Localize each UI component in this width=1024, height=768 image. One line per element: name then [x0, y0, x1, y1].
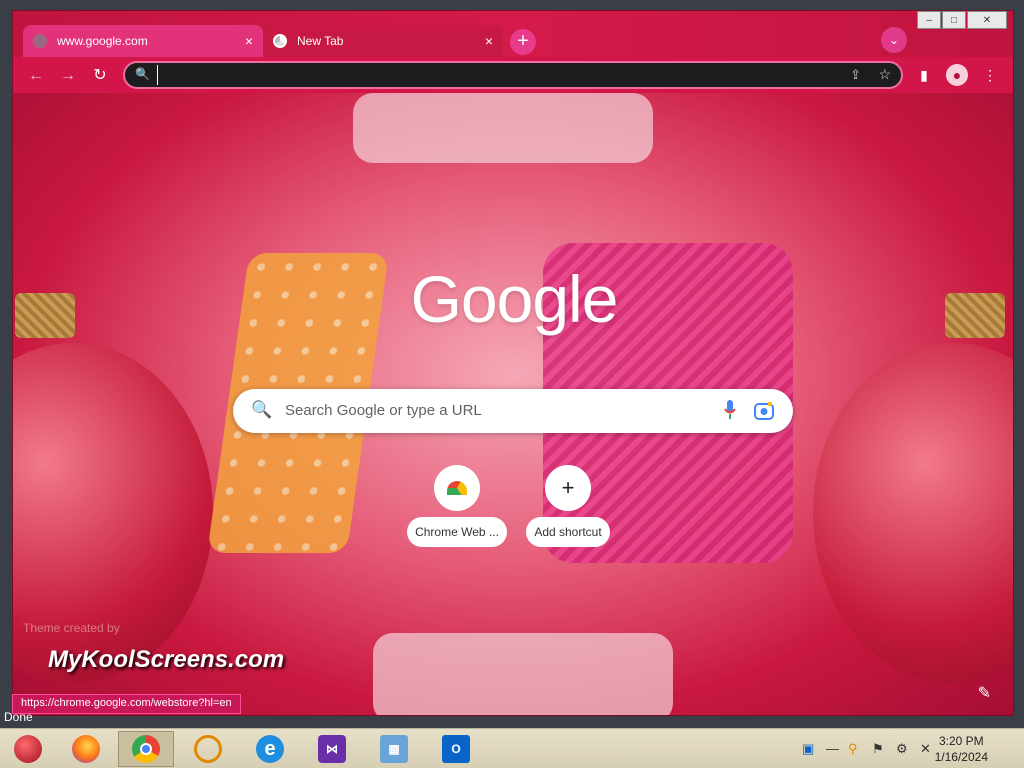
- search-magnifier-icon: [194, 735, 222, 763]
- address-input[interactable]: [157, 65, 797, 85]
- visual-studio-icon: ⋈: [318, 735, 346, 763]
- close-tab-icon[interactable]: ×: [245, 33, 253, 49]
- back-icon[interactable]: ←: [27, 67, 45, 85]
- search-icon: 🔍: [251, 400, 273, 419]
- forward-icon[interactable]: →: [59, 67, 77, 85]
- taskbar-visual-studio[interactable]: ⋈: [304, 731, 360, 767]
- start-ornament-icon: [14, 735, 42, 763]
- theme-credit[interactable]: Theme created by: [23, 621, 120, 635]
- menu-icon[interactable]: ⋮: [979, 64, 1001, 86]
- shortcut-label: Chrome Web ...: [407, 517, 507, 547]
- taskbar-control-panel[interactable]: ▦: [366, 731, 422, 767]
- status-url-bubble: https://chrome.google.com/webstore?hl=en: [12, 694, 241, 714]
- tray-volume-muted-icon[interactable]: ✕: [920, 741, 931, 757]
- tab-new-tab[interactable]: New Tab ×: [263, 25, 503, 57]
- new-tab-button[interactable]: +: [510, 29, 536, 55]
- tab-title: www.google.com: [57, 34, 148, 48]
- google-lens-icon[interactable]: [753, 400, 775, 422]
- tab-strip: www.google.com × New Tab × + ⌄ – □ ✕: [13, 11, 1013, 61]
- bookmark-star-icon[interactable]: ☆: [878, 66, 891, 83]
- omnibox[interactable]: 🔍 ⇪ ☆: [123, 61, 903, 89]
- ntp-search-box[interactable]: 🔍 Search Google or type a URL: [233, 389, 793, 433]
- decor-year: [373, 633, 673, 715]
- chevron-down-icon: ⌄: [888, 33, 900, 47]
- taskbar-clock[interactable]: 3:20 PM 1/16/2024: [935, 733, 988, 765]
- plus-icon: +: [545, 465, 591, 511]
- minimize-button[interactable]: –: [917, 11, 941, 29]
- shortcut-label: Add shortcut: [526, 517, 610, 547]
- internet-explorer-icon: e: [256, 735, 284, 763]
- side-panel-icon[interactable]: ▮: [913, 64, 935, 86]
- search-icon: 🔍: [135, 67, 150, 81]
- chrome-web-store-icon: [434, 465, 480, 511]
- firefox-icon: [72, 735, 100, 763]
- chrome-window: www.google.com × New Tab × + ⌄ – □ ✕ ← →…: [12, 10, 1014, 716]
- tray-outlook-icon[interactable]: ▣: [802, 741, 814, 757]
- taskbar: e ⋈ ▦ O ▣ — ⚲ ⚑ ⚙ ✕ 3:20 PM 1/16/2024: [0, 728, 1024, 768]
- customize-edit-icon[interactable]: ✎: [978, 683, 991, 703]
- close-tab-icon[interactable]: ×: [485, 33, 493, 49]
- tab-google[interactable]: www.google.com ×: [23, 25, 263, 57]
- new-tab-page: Google 🔍 Search Google or type a URL Chr…: [13, 93, 1013, 715]
- profile-avatar-icon[interactable]: ●: [946, 64, 968, 86]
- desktop: www.google.com × New Tab × + ⌄ – □ ✕ ← →…: [0, 0, 1024, 768]
- taskbar-firefox[interactable]: [58, 731, 114, 767]
- outlook-icon: O: [442, 735, 470, 763]
- tray-devices-icon[interactable]: ⚙: [896, 741, 908, 757]
- close-window-button[interactable]: ✕: [967, 11, 1007, 29]
- maximize-button[interactable]: □: [942, 11, 966, 29]
- taskbar-outlook[interactable]: O: [428, 731, 484, 767]
- microphone-icon[interactable]: [723, 399, 737, 421]
- watermark: MyKoolScreens.com: [48, 646, 285, 673]
- add-shortcut-button[interactable]: + Add shortcut: [513, 465, 623, 547]
- tab-title: New Tab: [297, 34, 344, 48]
- chrome-icon: [273, 34, 287, 48]
- control-panel-icon: ▦: [380, 735, 408, 763]
- start-button[interactable]: [0, 731, 56, 767]
- chrome-icon: [132, 735, 160, 763]
- reload-icon[interactable]: ↻: [91, 67, 109, 85]
- toolbar: ← → ↻ 🔍 ⇪ ☆ ▮ ● ⋮: [13, 57, 1013, 93]
- tray-network-icon[interactable]: —: [826, 741, 839, 756]
- ornament-right: [813, 343, 1013, 683]
- tray-flag-icon[interactable]: ⚑: [872, 741, 884, 757]
- clock-date: 1/16/2024: [934, 750, 988, 764]
- google-logo: Google: [410, 262, 619, 336]
- taskbar-ie[interactable]: e: [242, 731, 298, 767]
- decor-happy: [353, 93, 653, 163]
- taskbar-chrome[interactable]: [118, 731, 174, 767]
- share-icon[interactable]: ⇪: [850, 67, 861, 83]
- tray-search-icon[interactable]: ⚲: [848, 741, 858, 757]
- taskbar-search[interactable]: [180, 731, 236, 767]
- tab-search-button[interactable]: ⌄: [881, 27, 907, 53]
- globe-icon: [33, 34, 47, 48]
- clock-time: 3:20 PM: [938, 734, 984, 748]
- search-placeholder: Search Google or type a URL: [285, 402, 482, 419]
- shortcut-chrome-web-store[interactable]: Chrome Web ...: [402, 465, 512, 547]
